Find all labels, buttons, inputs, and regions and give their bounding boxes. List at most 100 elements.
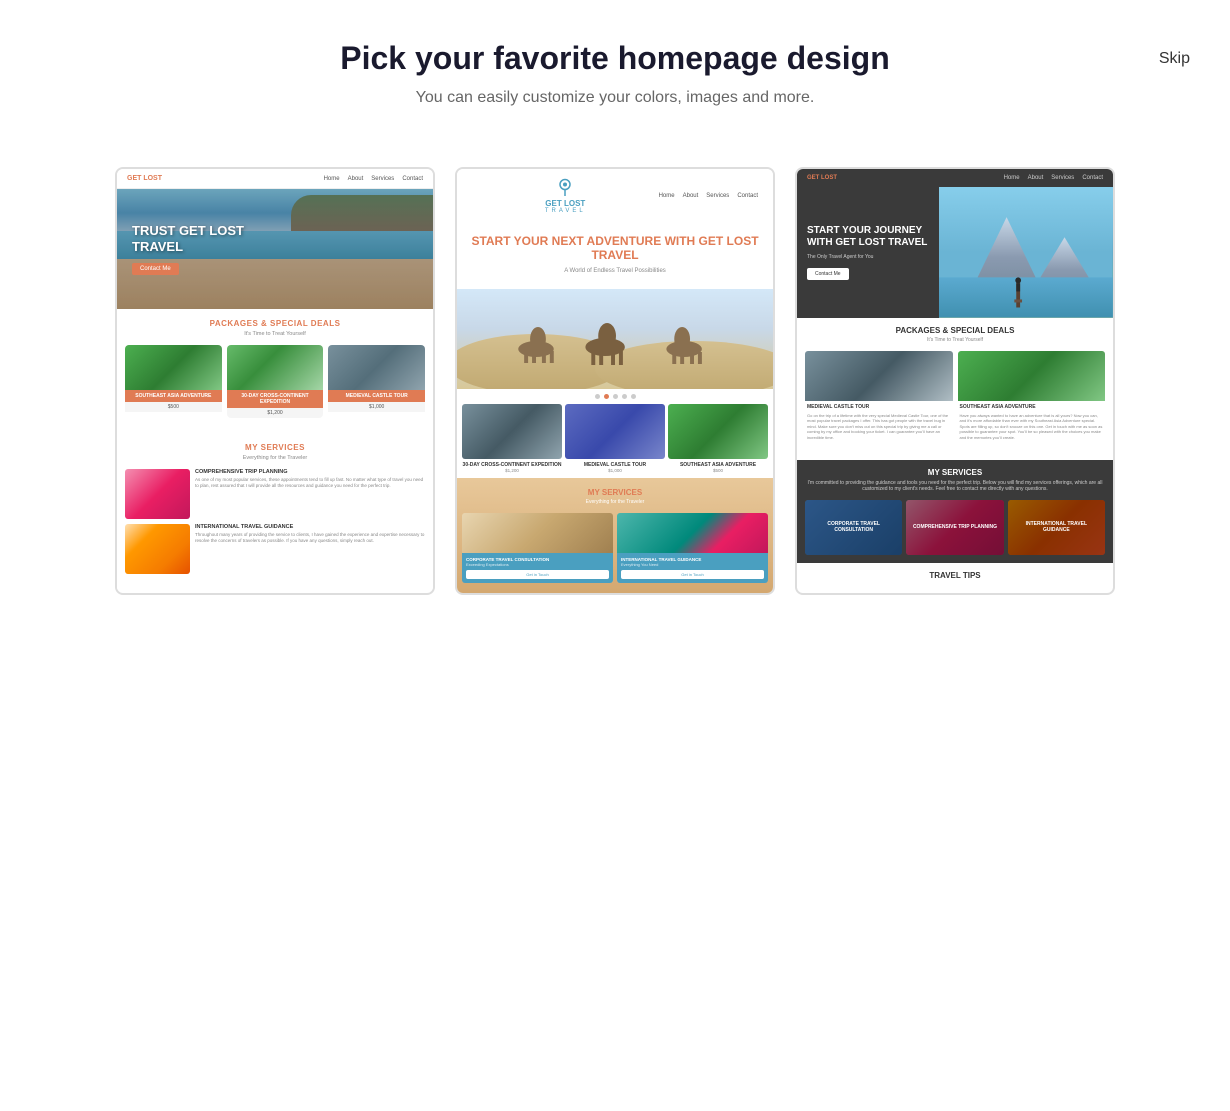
card1-service-image-2 [125,524,190,574]
card1-service-content-2: INTERNATIONAL TRAVEL GUIDANCE Throughout… [195,524,425,574]
card1-pkg-image-1 [125,345,222,390]
card1-service-title-2: INTERNATIONAL TRAVEL GUIDANCE [195,524,425,530]
card2-service-content-2: INTERNATIONAL TRAVEL GUIDANCE Everything… [617,553,768,583]
card2-service-subtitle-1: Exceeding Expectations [466,562,609,567]
card3-packages-title: PACKAGES & SPECIAL DEALS [805,326,1105,335]
card2-hero-text: START YOUR NEXT ADVENTURE WITH GET LOST … [457,219,773,289]
carousel-dot [631,394,636,399]
nav-link: Home [1004,175,1020,181]
desert-scene-svg [457,289,773,389]
card3-travel-tips-section: TRAVEL TIPS [797,563,1113,588]
mountain-scene-svg [939,187,1113,318]
card2-package-3: SOUTHEAST ASIA ADVENTURE $500 [668,404,768,473]
card3-hero-text: START YOUR JOURNEY WITH GET LOST TRAVEL … [797,187,939,318]
card3-hero-subtitle: The Only Travel Agent for You [807,254,929,260]
card3-service-label-2: COMPREHENSIVE TRIP PLANNING [913,524,997,530]
card2-nav-links: Home About Services Contact [659,193,758,199]
card3-service-overlay-2: COMPREHENSIVE TRIP PLANNING [906,500,1003,555]
card1-logo: GET LOST [127,175,162,182]
card2-service-card-1: CORPORATE TRAVEL CONSULTATION Exceeding … [462,513,613,583]
card1-services-sub: Everything for the Traveler [125,455,425,469]
card1-service-content-1: COMPREHENSIVE TRIP PLANNING As one of my… [195,469,425,519]
card3-pkg-text-1: Go on the trip of a lifetime with the ve… [805,413,953,444]
page-header: Pick your favorite homepage design You c… [0,0,1230,127]
card2-pkg-image-1 [462,404,562,459]
page-title: Pick your favorite homepage design [20,40,1210,77]
carousel-dot-active [604,394,609,399]
design-card-3[interactable]: GET LOST Home About Services Contact STA… [795,167,1115,595]
card3-pkg-image-2 [958,351,1106,401]
card2-service-image-1 [462,513,613,553]
nav-link: Services [706,193,729,199]
nav-link: Contact [737,193,758,199]
card1-package-item: SOUTHEAST ASIA ADVENTURE $500 [125,345,222,418]
card1-service-row-2: INTERNATIONAL TRAVEL GUIDANCE Throughout… [125,524,425,574]
card2-package-2: MEDIEVAL CASTLE TOUR $1,000 [565,404,665,473]
carousel-dot [613,394,618,399]
designs-grid: GET LOST Home About Services Contact TRU… [15,127,1215,635]
card2-package-1: 30-DAY CROSS-CONTINENT EXPEDITION $1,200 [462,404,562,473]
card3-services-title: MY SERVICES [805,468,1105,477]
card2-service-subtitle-2: Everything You Need [621,562,764,567]
card2-carousel-dots [457,389,773,404]
mountain-scene [939,187,1113,318]
card3-package-card-1: MEDIEVAL CASTLE TOUR Go on the trip of a… [805,351,953,444]
card3-service-card-3: INTERNATIONAL TRAVEL GUIDANCE [1008,500,1105,555]
nav-link: About [348,176,364,182]
card3-pkg-label-2: SOUTHEAST ASIA ADVENTURE [958,401,1106,413]
card3-hero: START YOUR JOURNEY WITH GET LOST TRAVEL … [797,187,1113,318]
card2-packages-grid: 30-DAY CROSS-CONTINENT EXPEDITION $1,200… [457,404,773,478]
card3-travel-tips-title: TRAVEL TIPS [805,571,1105,580]
card3-packages-sub: It's Time to Treat Yourself [805,337,1105,343]
carousel-dot [622,394,627,399]
card3-logo: GET LOST [807,175,837,181]
card2-services-sub: Everything for the Traveler [462,499,768,505]
nav-link: About [683,193,699,199]
card3-packages-row: MEDIEVAL CASTLE TOUR Go on the trip of a… [805,351,1105,444]
card2-logo-text: GET LOST [545,199,586,208]
card3-services-section: MY SERVICES I'm committed to providing t… [797,460,1113,563]
nav-link: Services [1051,175,1074,181]
card3-service-overlay-3: INTERNATIONAL TRAVEL GUIDANCE [1008,500,1105,555]
card2-logo-sub: TRAVEL [545,208,586,214]
nav-link: Home [324,176,340,182]
card1-pkg-image-2 [227,345,324,390]
card3-pkg-image-1 [805,351,953,401]
card3-services-sub: I'm committed to providing the guidance … [805,480,1105,492]
nav-link: Services [371,176,394,182]
card2-service-button-1[interactable]: Get in Touch [466,570,609,579]
card1-hero: TRUST GET LOST TRAVEL Contact Me [117,189,433,309]
design-card-2[interactable]: GET LOST TRAVEL Home About Services Cont… [455,167,775,595]
card3-service-card-2: COMPREHENSIVE TRIP PLANNING [906,500,1003,555]
card2-services-title: MY SERVICES [462,488,768,497]
card3-hero-button[interactable]: Contact Me [807,268,849,280]
nav-link: About [1028,175,1044,181]
card3-pkg-text-2: Have you always wanted to have an advent… [958,413,1106,444]
card3-service-card-1: CORPORATE TRAVEL CONSULTATION [805,500,902,555]
card1-service-row-1: COMPREHENSIVE TRIP PLANNING As one of my… [125,469,425,519]
card1-nav-links: Home About Services Contact [324,176,423,182]
card3-packages-section: PACKAGES & SPECIAL DEALS It's Time to Tr… [797,318,1113,460]
card2-pkg-title-3: SOUTHEAST ASIA ADVENTURE [668,462,768,468]
card1-service-image-1 [125,469,190,519]
card1-service-text-2: Throughout many years of providing the s… [195,532,425,545]
card3-hero-title: START YOUR JOURNEY WITH GET LOST TRAVEL [807,225,929,249]
card2-hero-subtitle: A World of Endless Travel Possibilities [467,268,763,274]
card1-package-item: MEDIEVAL CASTLE TOUR $1,000 [328,345,425,418]
card3-pkg-label-1: MEDIEVAL CASTLE TOUR [805,401,953,413]
card1-packages-list: SOUTHEAST ASIA ADVENTURE $500 30-DAY CRO… [117,345,433,428]
card2-service-card-2: INTERNATIONAL TRAVEL GUIDANCE Everything… [617,513,768,583]
card1-pkg-price-3: $1,000 [328,402,425,412]
design-card-1[interactable]: GET LOST Home About Services Contact TRU… [115,167,435,595]
card2-service-image-2 [617,513,768,553]
skip-button[interactable]: Skip [1159,50,1190,68]
card1-hero-button[interactable]: Contact Me [132,263,179,275]
card2-service-button-2[interactable]: Get in Touch [621,570,764,579]
card2-pkg-image-2 [565,404,665,459]
card2-pkg-price-3: $500 [668,468,768,473]
card2-pkg-price-1: $1,200 [462,468,562,473]
card1-service-text-1: As one of my most popular services, thes… [195,477,425,490]
card3-service-overlay-1: CORPORATE TRAVEL CONSULTATION [805,500,902,555]
card1-pkg-price-2: $1,200 [227,408,324,418]
card2-pkg-title-1: 30-DAY CROSS-CONTINENT EXPEDITION [462,462,562,468]
